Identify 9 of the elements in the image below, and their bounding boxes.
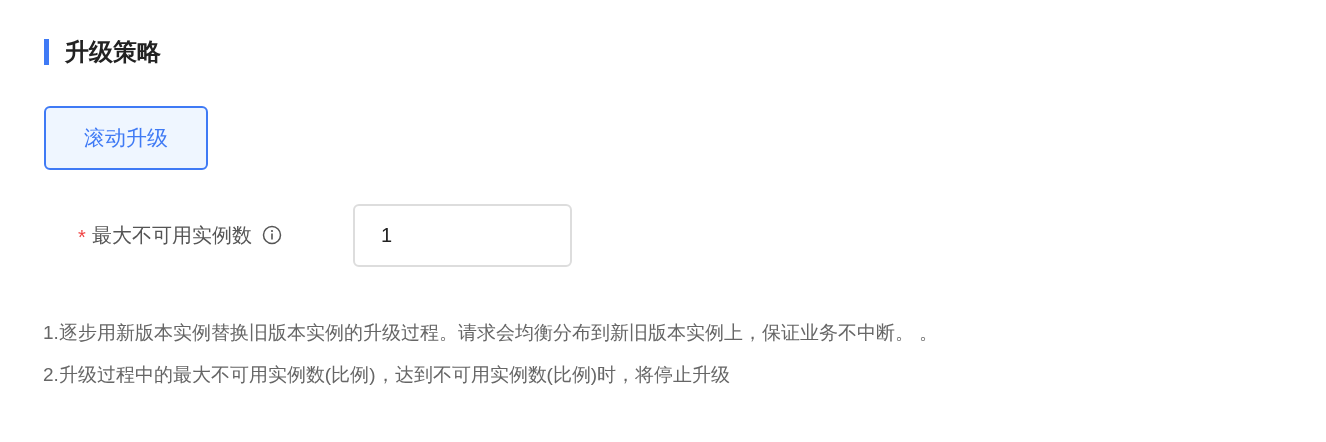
note-text: 2.升级过程中的最大不可用实例数(比例)，达到不可用实例数(比例)时，将停止升级: [43, 363, 732, 387]
required-asterisk: *: [78, 225, 86, 250]
section-title: 升级策略: [65, 37, 161, 67]
strategy-option[interactable]: 滚动升级: [44, 106, 208, 170]
input-field[interactable]: 1: [353, 203, 572, 267]
note-text: 1.逐步用新版本实例替换旧版本实例的升级过程。请求会均衡分布到新旧版本实例上，保证业务不中断。 。: [43, 321, 940, 345]
info-icon: [261, 225, 282, 245]
section-marker: [44, 39, 49, 65]
field-label: 最大不可用实例数: [91, 223, 252, 248]
